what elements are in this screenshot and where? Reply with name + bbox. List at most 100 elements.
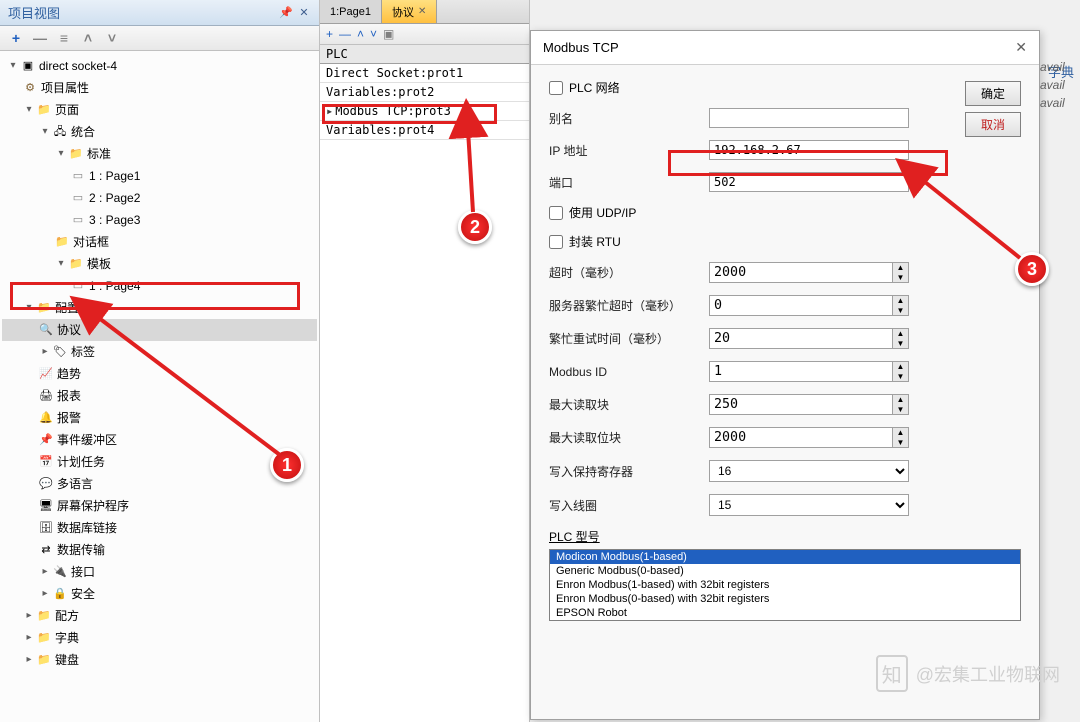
list-item[interactable]: Enron Modbus(1-based) with 32bit registe… bbox=[550, 578, 1020, 592]
protocol-panel: 1:Page1 协议✕ + — ˄ ˅ ▣ PLC Direct Socket:… bbox=[320, 0, 530, 722]
tree-page[interactable]: ▭3 : Page3 bbox=[2, 209, 317, 231]
tree-node[interactable]: 🗄数据库链接 bbox=[2, 517, 317, 539]
tree-node[interactable]: ⇄数据传输 bbox=[2, 539, 317, 561]
alias-input[interactable] bbox=[709, 108, 909, 128]
tree-node[interactable]: ▸🔌接口 bbox=[2, 561, 317, 583]
tree-node[interactable]: ▾🖧统合 bbox=[2, 121, 317, 143]
tree-node[interactable]: 📁对话框 bbox=[2, 231, 317, 253]
tree-node[interactable]: ▸📁字典 bbox=[2, 627, 317, 649]
modbus-tcp-dialog: Modbus TCP ✕ PLC 网络 别名 IP 地址 端口 使用 UDP/I… bbox=[530, 30, 1040, 720]
spin-up-icon[interactable]: ▲ bbox=[893, 395, 908, 405]
close-icon[interactable]: ✕ bbox=[418, 6, 426, 17]
write-coil-select[interactable]: 15 bbox=[709, 494, 909, 516]
tab-page1[interactable]: 1:Page1 bbox=[320, 0, 382, 23]
tab-protocol[interactable]: 协议✕ bbox=[382, 0, 437, 23]
tree-node[interactable]: 💬多语言 bbox=[2, 473, 317, 495]
modbus-id-spinner[interactable]: ▲▼ bbox=[709, 361, 909, 382]
tree-page[interactable]: ▭1 : Page4 bbox=[2, 275, 317, 297]
spin-down-icon[interactable]: ▼ bbox=[893, 438, 908, 448]
add-button[interactable]: + bbox=[8, 30, 24, 46]
spin-down-icon[interactable]: ▼ bbox=[893, 372, 908, 382]
checkbox[interactable] bbox=[549, 206, 563, 220]
spin-up-icon[interactable]: ▲ bbox=[893, 296, 908, 306]
ok-button[interactable]: 确定 bbox=[965, 81, 1021, 106]
tree-node[interactable]: 📈趋势 bbox=[2, 363, 317, 385]
toolbar-icon[interactable]: ▣ bbox=[383, 27, 394, 41]
tree-node[interactable]: ▸📁键盘 bbox=[2, 649, 317, 671]
udp-check[interactable]: 使用 UDP/IP bbox=[549, 204, 1021, 221]
plc-item[interactable]: Direct Socket:prot1 bbox=[320, 64, 529, 83]
checkbox[interactable] bbox=[549, 81, 563, 95]
watermark-text: @宏集工业物联网 bbox=[916, 661, 1060, 687]
label-max-read-bit: 最大读取位块 bbox=[549, 429, 709, 446]
dialog-title-bar: Modbus TCP ✕ bbox=[531, 31, 1039, 65]
rtu-check[interactable]: 封装 RTU bbox=[549, 233, 1021, 250]
watermark-icon: 知 bbox=[876, 655, 908, 692]
max-read-bit-spinner[interactable]: ▲▼ bbox=[709, 427, 909, 448]
panel-title: 项目视图 bbox=[8, 3, 60, 22]
label-write-hold: 写入保持寄存器 bbox=[549, 463, 709, 480]
spin-up-icon[interactable]: ▲ bbox=[893, 428, 908, 438]
label-ip: IP 地址 bbox=[549, 142, 709, 159]
port-input[interactable] bbox=[709, 172, 909, 192]
tree-node[interactable]: 📅计划任务 bbox=[2, 451, 317, 473]
tree-page[interactable]: ▭2 : Page2 bbox=[2, 187, 317, 209]
retry-spinner[interactable]: ▲▼ bbox=[709, 328, 909, 349]
tree-node[interactable]: ▾📁模板 bbox=[2, 253, 317, 275]
pin-icon[interactable]: 📌 bbox=[279, 6, 293, 20]
toolbar-icon[interactable]: ≡ bbox=[56, 30, 72, 46]
spin-down-icon[interactable]: ▼ bbox=[893, 273, 908, 283]
max-read-block-spinner[interactable]: ▲▼ bbox=[709, 394, 909, 415]
tree-node[interactable]: 📌事件缓冲区 bbox=[2, 429, 317, 451]
tree-node[interactable]: 🖥屏幕保护程序 bbox=[2, 495, 317, 517]
spin-down-icon[interactable]: ▼ bbox=[893, 306, 908, 316]
tree-node[interactable]: ▸📁配方 bbox=[2, 605, 317, 627]
list-item[interactable]: EPSON Robot bbox=[550, 606, 1020, 620]
checkbox[interactable] bbox=[549, 235, 563, 249]
label-alias: 别名 bbox=[549, 110, 709, 127]
up-icon[interactable]: ˄ bbox=[80, 30, 96, 46]
plc-model-list[interactable]: Modicon Modbus(1-based) Generic Modbus(0… bbox=[549, 549, 1021, 621]
plc-list: Direct Socket:prot1 Variables:prot2 Modb… bbox=[320, 64, 529, 140]
plc-item-selected[interactable]: Modbus TCP:prot3 bbox=[320, 102, 529, 121]
close-icon[interactable]: ✕ bbox=[1015, 39, 1027, 56]
busy-timeout-spinner[interactable]: ▲▼ bbox=[709, 295, 909, 316]
down-icon[interactable]: ˅ bbox=[370, 27, 377, 41]
tree-node[interactable]: ⚙项目属性 bbox=[2, 77, 317, 99]
tree-node-config[interactable]: ▾📁配置 bbox=[2, 297, 317, 319]
spin-up-icon[interactable]: ▲ bbox=[893, 329, 908, 339]
list-item[interactable]: Modicon Modbus(1-based) bbox=[550, 550, 1020, 564]
spin-down-icon[interactable]: ▼ bbox=[893, 339, 908, 349]
tree-node[interactable]: ▸🏷标签 bbox=[2, 341, 317, 363]
write-hold-select[interactable]: 16 bbox=[709, 460, 909, 482]
plc-item[interactable]: Variables:prot4 bbox=[320, 121, 529, 140]
tree-node-pages[interactable]: ▾📁页面 bbox=[2, 99, 317, 121]
dialog-title: Modbus TCP bbox=[543, 40, 619, 55]
tree-node-protocol[interactable]: 🔍协议 bbox=[2, 319, 317, 341]
tree-node[interactable]: 🔔报警 bbox=[2, 407, 317, 429]
timeout-spinner[interactable]: ▲▼ bbox=[709, 262, 909, 283]
remove-button[interactable]: — bbox=[339, 27, 351, 41]
plc-network-check[interactable]: PLC 网络 bbox=[549, 79, 1021, 96]
cancel-button[interactable]: 取消 bbox=[965, 112, 1021, 137]
spin-down-icon[interactable]: ▼ bbox=[893, 405, 908, 415]
spin-up-icon[interactable]: ▲ bbox=[893, 362, 908, 372]
close-icon[interactable]: ✕ bbox=[297, 6, 311, 20]
list-item[interactable]: Enron Modbus(0-based) with 32bit registe… bbox=[550, 592, 1020, 606]
label-port: 端口 bbox=[549, 174, 709, 191]
label-write-coil: 写入线圈 bbox=[549, 497, 709, 514]
tree-node[interactable]: ▸🔒安全 bbox=[2, 583, 317, 605]
remove-button[interactable]: — bbox=[32, 30, 48, 46]
add-button[interactable]: + bbox=[326, 27, 333, 41]
panel-header: 项目视图 📌 ✕ bbox=[0, 0, 319, 26]
up-icon[interactable]: ˄ bbox=[357, 27, 364, 41]
spin-up-icon[interactable]: ▲ bbox=[893, 263, 908, 273]
down-icon[interactable]: ˅ bbox=[104, 30, 120, 46]
tree-node[interactable]: 🖨报表 bbox=[2, 385, 317, 407]
plc-item[interactable]: Variables:prot2 bbox=[320, 83, 529, 102]
ip-input[interactable] bbox=[709, 140, 909, 160]
tree-page[interactable]: ▭1 : Page1 bbox=[2, 165, 317, 187]
tree-node[interactable]: ▾📁标准 bbox=[2, 143, 317, 165]
tree-root[interactable]: ▾▣direct socket-4 bbox=[2, 55, 317, 77]
list-item[interactable]: Generic Modbus(0-based) bbox=[550, 564, 1020, 578]
